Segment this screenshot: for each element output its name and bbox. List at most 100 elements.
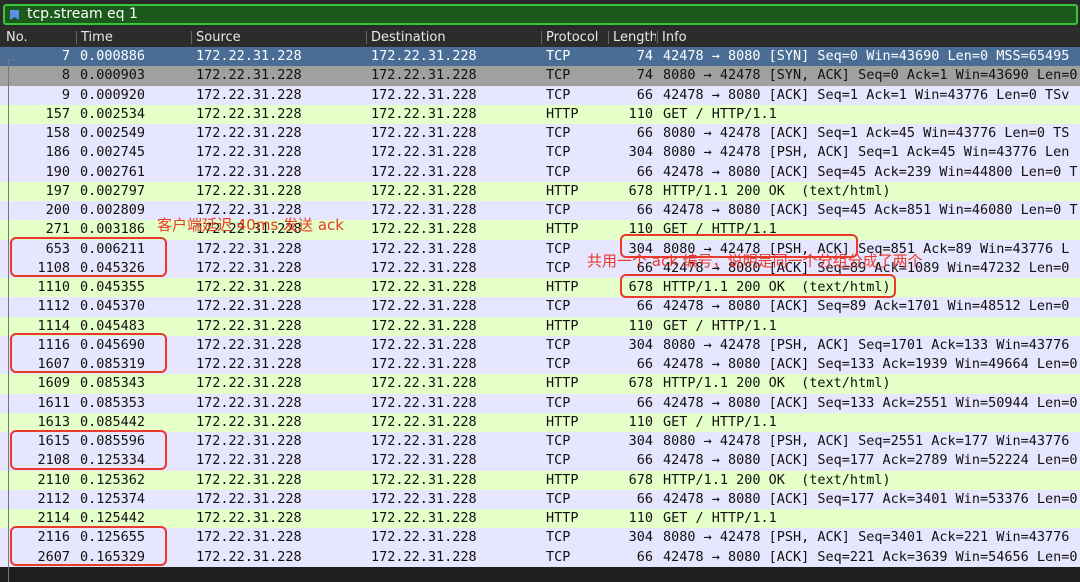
table-row[interactable]: 1613 0.085442 172.22.31.228 172.22.31.228 HT… — [0, 412, 1080, 433]
cell-length: 678 — [628, 375, 653, 392]
table-row[interactable]: 197 0.002797 172.22.31.228 172.22.31.228 HTT… — [0, 181, 1080, 202]
table-row[interactable]: 1615 0.085596 172.22.31.228 172.22.31.228 TC… — [0, 432, 1080, 452]
cell-time: 0.006211 — [80, 240, 146, 257]
table-row[interactable]: 186 0.002745 172.22.31.228 172.22.31.228 TCP… — [0, 143, 1080, 163]
cell-no: 1110 — [37, 279, 70, 295]
cell-info: HTTP/1.1 200 OK (text/html) — [663, 375, 891, 392]
table-row[interactable]: 1110 0.045355 172.22.31.228 172.22.31.228 HT… — [0, 278, 1080, 298]
cell-time: 0.002797 — [80, 182, 146, 199]
table-row[interactable]: 1114 0.045483 172.22.31.228 172.22.31.228 HT… — [0, 316, 1080, 336]
cell-protocol: TCP — [546, 394, 571, 411]
cell-source: 172.22.31.228 — [196, 490, 302, 507]
cell-source: 172.22.31.228 — [196, 375, 302, 392]
cell-no: 1615 — [37, 433, 70, 449]
column-header-protocol[interactable]: Protocol — [546, 28, 608, 47]
table-row[interactable]: 158 0.002549 172.22.31.228 172.22.31.228 TCP… — [0, 124, 1080, 144]
table-row[interactable]: 157 0.002534 172.22.31.228 172.22.31.228 HTT… — [0, 104, 1080, 125]
cell-length: 678 — [628, 471, 653, 488]
cell-info: GET / HTTP/1.1 — [663, 510, 777, 526]
column-header-time[interactable]: Time — [81, 28, 191, 47]
cell-source: 172.22.31.228 — [196, 125, 302, 141]
table-row[interactable]: 1112 0.045370 172.22.31.228 172.22.31.228 TC… — [0, 297, 1080, 317]
cell-time: 0.125374 — [80, 490, 146, 507]
cell-no: 200 — [45, 202, 70, 218]
cell-time: 0.045370 — [80, 298, 146, 315]
cell-info: 42478 → 8080 [ACK] Seq=89 Ack=1701 Win=4… — [663, 298, 1070, 315]
cell-source: 172.22.31.228 — [196, 105, 302, 122]
display-filter-bar: tcp.stream eq 1 — [0, 0, 1080, 28]
table-row[interactable]: 1611 0.085353 172.22.31.228 172.22.31.228 TC… — [0, 393, 1080, 413]
cell-no: 9 — [61, 86, 70, 103]
cell-source: 172.22.31.228 — [196, 356, 302, 372]
cell-destination: 172.22.31.228 — [371, 182, 477, 199]
cell-time: 0.085596 — [80, 433, 146, 449]
cell-length: 74 — [636, 67, 653, 84]
cell-destination: 172.22.31.228 — [371, 86, 477, 103]
cell-length: 66 — [636, 490, 653, 507]
cell-info: 8080 → 42478 [PSH, ACK] Seq=3401 Ack=221… — [663, 529, 1070, 546]
cell-info: 42478 → 8080 [ACK] Seq=45 Ack=239 Win=44… — [663, 163, 1078, 180]
cell-time: 0.085343 — [80, 375, 146, 392]
column-header-info[interactable]: Info — [662, 28, 1080, 47]
table-row[interactable]: 2112 0.125374 172.22.31.228 172.22.31.228 TC… — [0, 489, 1080, 510]
filter-text[interactable]: tcp.stream eq 1 — [27, 6, 138, 23]
annotation-client-delay: 客户端延迟 40ms 发送 ack — [157, 216, 344, 234]
cell-no: 1607 — [37, 356, 70, 372]
cell-length: 304 — [628, 433, 653, 449]
cell-source: 172.22.31.228 — [196, 240, 302, 257]
cell-info: 8080 → 42478 [PSH, ACK] Seq=1 Ack=45 Win… — [663, 144, 1070, 161]
cell-source: 172.22.31.228 — [196, 259, 302, 276]
column-header-length[interactable]: Length — [613, 28, 656, 47]
cell-time: 0.125442 — [80, 510, 146, 526]
table-row[interactable]: 8 0.000903 172.22.31.228 172.22.31.228 TCP 74… — [0, 66, 1080, 86]
cell-info: 8080 → 42478 [PSH, ACK] Seq=1701 Ack=133… — [663, 336, 1070, 353]
cell-destination: 172.22.31.228 — [371, 433, 477, 449]
cell-info: 42478 → 8080 [ACK] Seq=1 Ack=1 Win=43776… — [663, 86, 1070, 103]
cell-destination: 172.22.31.228 — [371, 413, 477, 430]
cell-length: 66 — [636, 394, 653, 411]
table-row[interactable]: 2108 0.125334 172.22.31.228 172.22.31.228 TC… — [0, 451, 1080, 471]
cell-no: 1116 — [37, 336, 70, 353]
cell-info: 8080 → 42478 [PSH, ACK] Seq=2551 Ack=177… — [663, 433, 1070, 449]
cell-destination: 172.22.31.228 — [371, 375, 477, 392]
cell-time: 0.125655 — [80, 529, 146, 546]
table-row[interactable]: 2110 0.125362 172.22.31.228 172.22.31.228 HT… — [0, 470, 1080, 490]
cell-source: 172.22.31.228 — [196, 67, 302, 84]
column-header-destination[interactable]: Destination — [371, 28, 541, 47]
table-row[interactable]: 2607 0.165329 172.22.31.228 172.22.31.228 TC… — [0, 547, 1080, 567]
display-filter-input[interactable]: tcp.stream eq 1 — [3, 4, 1078, 25]
cell-no: 158 — [45, 125, 70, 141]
cell-protocol: HTTP — [546, 510, 579, 526]
cell-time: 0.000920 — [80, 86, 146, 103]
cell-destination: 172.22.31.228 — [371, 144, 477, 161]
cell-destination: 172.22.31.228 — [371, 202, 477, 218]
cell-length: 110 — [628, 221, 653, 238]
cell-source: 172.22.31.228 — [196, 548, 302, 565]
cell-no: 7 — [61, 48, 70, 64]
cell-destination: 172.22.31.228 — [371, 490, 477, 507]
cell-protocol: TCP — [546, 336, 571, 353]
table-row[interactable]: 190 0.002761 172.22.31.228 172.22.31.228 TCP… — [0, 162, 1080, 182]
table-row[interactable]: 9 0.000920 172.22.31.228 172.22.31.228 TCP 66… — [0, 85, 1080, 105]
cell-destination: 172.22.31.228 — [371, 394, 477, 411]
column-header-no[interactable]: No. — [6, 28, 76, 47]
table-row[interactable]: 1607 0.085319 172.22.31.228 172.22.31.228 TC… — [0, 355, 1080, 375]
column-header-source[interactable]: Source — [196, 28, 366, 47]
cell-protocol: TCP — [546, 452, 571, 469]
cell-length: 110 — [628, 413, 653, 430]
cell-destination: 172.22.31.228 — [371, 279, 477, 295]
cell-protocol: HTTP — [546, 105, 579, 122]
table-row[interactable]: 1609 0.085343 172.22.31.228 172.22.31.228 HT… — [0, 374, 1080, 394]
table-row[interactable]: 2114 0.125442 172.22.31.228 172.22.31.228 HT… — [0, 509, 1080, 529]
table-row[interactable]: 1116 0.045690 172.22.31.228 172.22.31.228 TC… — [0, 335, 1080, 356]
bookmark-icon[interactable] — [10, 10, 19, 20]
cell-protocol: HTTP — [546, 182, 579, 199]
packet-list[interactable]: 7 0.000886 172.22.31.228 172.22.31.228 TCP 74… — [0, 47, 1080, 582]
cell-protocol: TCP — [546, 86, 571, 103]
cell-source: 172.22.31.228 — [196, 86, 302, 103]
table-row[interactable]: 7 0.000886 172.22.31.228 172.22.31.228 TCP 74… — [0, 47, 1080, 67]
cell-length: 304 — [628, 529, 653, 546]
cell-source: 172.22.31.228 — [196, 433, 302, 449]
cell-source: 172.22.31.228 — [196, 163, 302, 180]
table-row[interactable]: 2116 0.125655 172.22.31.228 172.22.31.228 TC… — [0, 528, 1080, 548]
